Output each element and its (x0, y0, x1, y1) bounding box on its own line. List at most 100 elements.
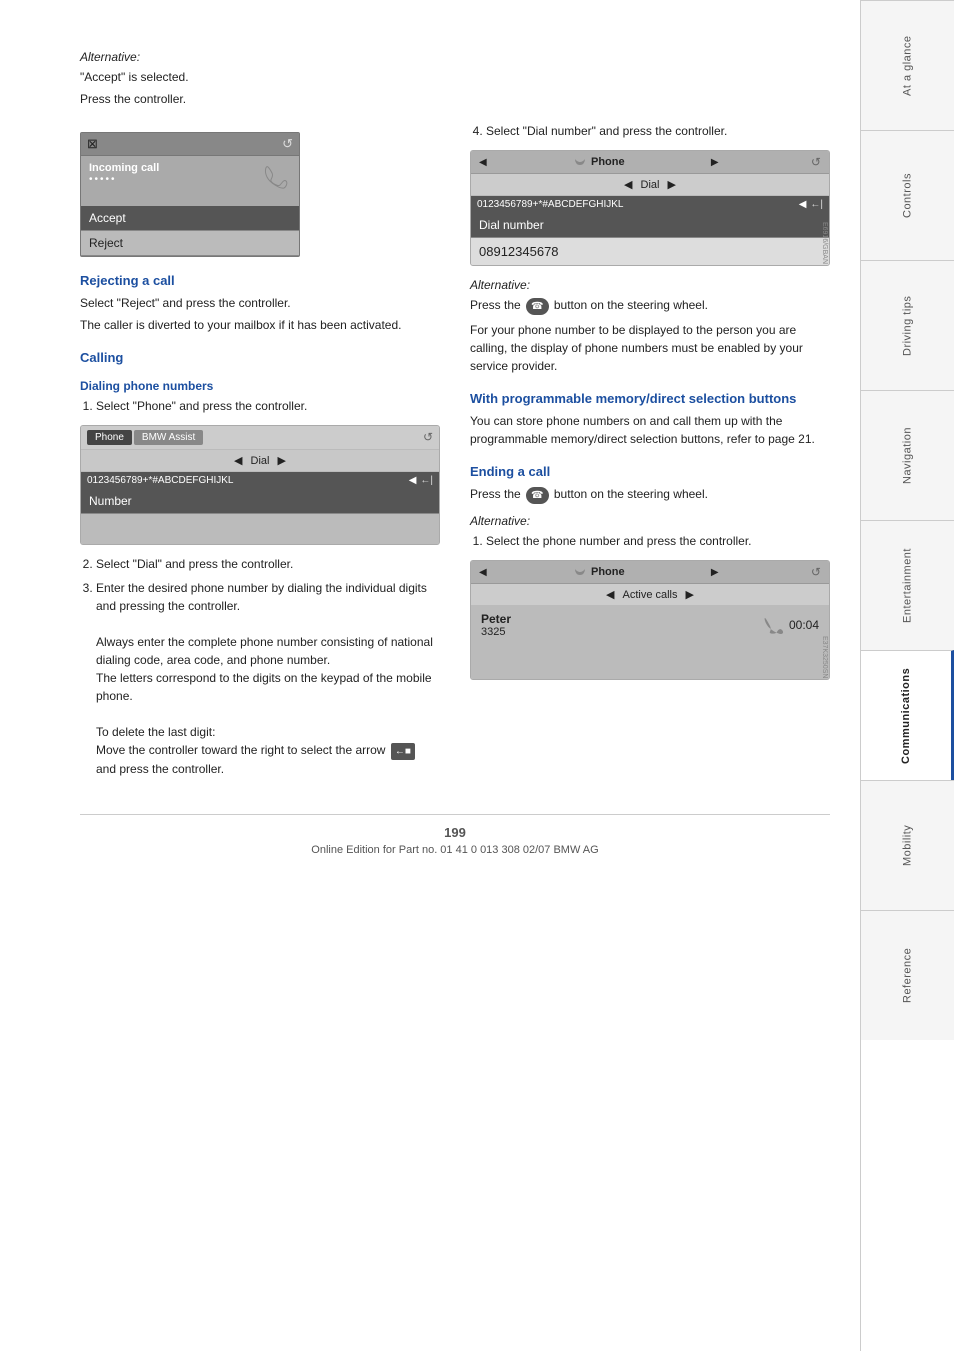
alternative-label-top: Alternative: (80, 48, 830, 66)
active-right-arrow: ▶ (711, 567, 719, 578)
step-4: Select "Dial number" and press the contr… (486, 122, 830, 140)
sidebar-tab-entertainment[interactable]: Entertainment (861, 520, 954, 650)
phone-number-text: 0123456789+*#ABCDEFGHIJKL (87, 475, 405, 486)
sidebar-tab-label-controls: Controls (902, 173, 914, 218)
dial-number-screen-wrapper: ◀ Phone ▶ ↺ ◀ Dial ▶ 01234567 (470, 150, 830, 266)
active-call-header: ◀ Phone ▶ ↺ (471, 561, 829, 584)
ending-call-text1: Press the (470, 487, 521, 501)
number-menu-item[interactable]: Number (81, 489, 439, 514)
step-1-text: Select "Phone" and press the controller. (96, 399, 307, 413)
phone-number-input-row-2: 0123456789+*#ABCDEFGHIJKL ◀ ←| (471, 196, 829, 213)
dial-number-menu-item[interactable]: Dial number (471, 213, 829, 238)
header-corner-icon: ↺ (282, 136, 293, 152)
sidebar-tab-communications[interactable]: Communications (861, 650, 954, 780)
dial2-arrow-left: ◀ (624, 178, 632, 191)
active-arrow-left: ◀ (606, 588, 614, 601)
screen-empty-area (81, 514, 439, 544)
watermark-1: E6916/GBAN (821, 222, 828, 264)
sidebar-tab-label-entertainment: Entertainment (902, 548, 914, 623)
dial-arrow-left: ◀ (234, 454, 242, 467)
two-col-layout: ⊠ ↺ Incoming call ••••• (80, 122, 830, 784)
refresh-icon: ↺ (811, 155, 821, 169)
dial2-arrow-right: ▶ (667, 178, 675, 191)
bmw-phone-button: ☎ (526, 298, 548, 315)
incoming-call-mockup: ⊠ ↺ Incoming call ••••• (80, 132, 300, 257)
calling-heading: Calling (80, 350, 440, 365)
active-left-arrow: ◀ (479, 567, 487, 578)
active-refresh-icon: ↺ (811, 565, 821, 579)
rejecting-call-text1: Select "Reject" and press the controller… (80, 294, 440, 312)
active-screen-title: Phone (591, 566, 625, 578)
ending-call-steps: Select the phone number and press the co… (486, 532, 830, 550)
sidebar-tab-controls[interactable]: Controls (861, 130, 954, 260)
note-text: For your phone number to be displayed to… (470, 321, 830, 375)
incoming-call-screen-wrapper: ⊠ ↺ Incoming call ••••• (80, 132, 440, 257)
footer-text: Online Edition for Part no. 01 41 0 013 … (80, 844, 830, 856)
step-3: Enter the desired phone number by dialin… (96, 579, 440, 778)
ending-call-step-1-text: Select the phone number and press the co… (486, 534, 752, 548)
phone-number-input-row: 0123456789+*#ABCDEFGHIJKL ◀ ←| (81, 472, 439, 489)
alternative-label-right: Alternative: (470, 276, 830, 294)
step-3-intro: Enter the desired phone number by dialin… (96, 581, 427, 613)
screen-title: Phone (591, 156, 625, 168)
sidebar-tab-label-at-a-glance: At a glance (902, 35, 914, 96)
sidebar-tab-label-navigation: Navigation (902, 427, 914, 484)
active-calls-label: Active calls (622, 589, 677, 601)
sidebar-tab-label-driving-tips: Driving tips (902, 295, 914, 355)
back-arrow-inline: ←■ (391, 743, 415, 760)
header-icon: ⊠ (87, 136, 98, 152)
page-footer: 199 Online Edition for Part no. 01 41 0 … (80, 814, 830, 856)
ending-call-step-1: Select the phone number and press the co… (486, 532, 830, 550)
back-arrow: ←| (420, 475, 433, 486)
button-label: button on the steering wheel. (554, 298, 708, 312)
sidebar-tab-driving-tips[interactable]: Driving tips (861, 260, 954, 390)
active-calls-row: ◀ Active calls ▶ (471, 584, 829, 606)
active-call-screen-wrapper: ◀ Phone ▶ ↺ ◀ Active calls ▶ (470, 560, 830, 680)
rejecting-call-text2: The caller is diverted to your mailbox i… (80, 316, 440, 334)
header-right-arrow: ▶ (711, 157, 719, 168)
sidebar-tab-mobility[interactable]: Mobility (861, 780, 954, 910)
dial-arrow-right: ▶ (277, 454, 285, 467)
dial-number-input: 08912345678 (471, 238, 829, 265)
sidebar: At a glance Controls Driving tips Naviga… (860, 0, 954, 1351)
sidebar-tab-navigation[interactable]: Navigation (861, 390, 954, 520)
sidebar-tab-reference[interactable]: Reference (861, 910, 954, 1040)
caller-name: Peter (481, 612, 511, 626)
incoming-dots: ••••• (89, 174, 159, 185)
sidebar-tab-label-communications: Communications (900, 667, 912, 763)
phone-receiver-icon (763, 616, 785, 634)
ending-call-text: Press the ☎ button on the steering wheel… (470, 485, 830, 504)
right-column: Select "Dial number" and press the contr… (470, 122, 830, 784)
bmw-phone-button-2: ☎ (526, 487, 548, 504)
active-title-area: Phone (573, 566, 625, 578)
active-call-screen: ◀ Phone ▶ ↺ ◀ Active calls ▶ (470, 560, 830, 680)
sidebar-tab-at-a-glance[interactable]: At a glance (861, 0, 954, 130)
left-column: ⊠ ↺ Incoming call ••••• (80, 122, 440, 784)
dial-number-screen: ◀ Phone ▶ ↺ ◀ Dial ▶ 01234567 (470, 150, 830, 266)
nav-triangle: ◀ (409, 475, 417, 486)
incoming-header: ⊠ ↺ (81, 133, 299, 156)
active-call-empty (471, 644, 829, 679)
tab-bmw-assist[interactable]: BMW Assist (134, 430, 203, 445)
dial-number-screen-header: ◀ Phone ▶ ↺ (471, 151, 829, 174)
step-3-para2: The letters correspond to the digits on … (96, 671, 432, 703)
step-3-para3-label: To delete the last digit: (96, 725, 215, 739)
active-arrow-right: ▶ (686, 588, 694, 601)
phone-dial-screen-wrapper: Phone BMW Assist ↺ ◀ Dial ▶ 0123456789+*… (80, 425, 440, 545)
dial2-label: Dial (641, 179, 660, 191)
step-2-text: Select "Dial" and press the controller. (96, 557, 293, 571)
step-3-para1: Always enter the complete phone number c… (96, 635, 433, 667)
active-call-details: Peter 3325 00:04 (471, 606, 829, 644)
press-controller-text: Press the controller. (80, 90, 830, 108)
watermark-2: E37K3250SN (821, 636, 828, 678)
header-left-arrow: ◀ (479, 157, 487, 168)
tab-phone[interactable]: Phone (87, 430, 132, 445)
accept-menu-item[interactable]: Accept (81, 206, 299, 231)
reject-menu-item[interactable]: Reject (81, 231, 299, 256)
sidebar-tab-label-mobility: Mobility (902, 825, 914, 866)
press-text: Press the (470, 298, 521, 312)
step-3-para3-text: Move the controller toward the right to … (96, 743, 385, 757)
programmable-heading: With programmable memory/direct selectio… (470, 391, 830, 406)
dialing-phone-numbers-heading: Dialing phone numbers (80, 379, 440, 393)
step-3-para3-text2: and press the controller. (96, 762, 224, 776)
